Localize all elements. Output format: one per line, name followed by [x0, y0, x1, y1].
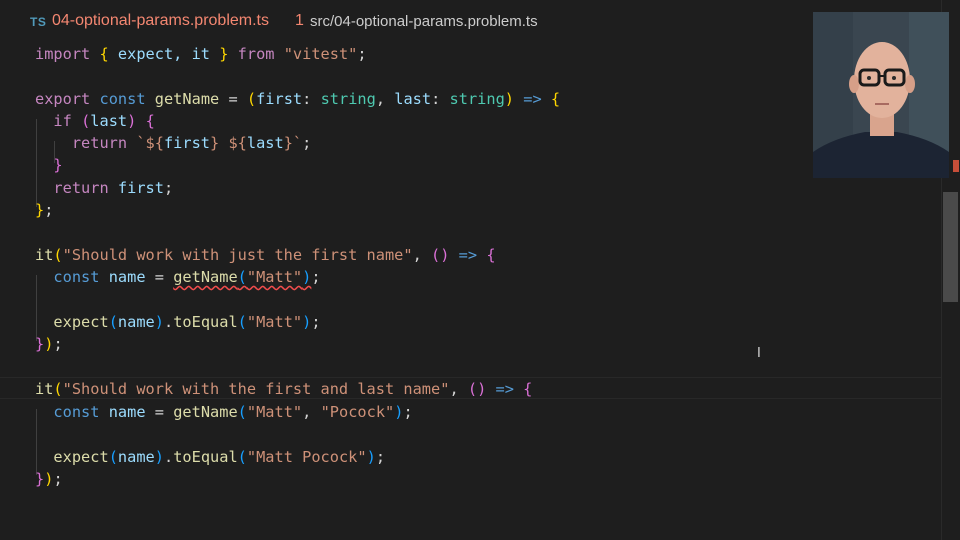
code-line: return `${first} ${last}`;: [71, 134, 312, 152]
typescript-file-icon: TS: [30, 15, 47, 29]
text-cursor-icon: I: [757, 346, 761, 361]
code-line: const name = getName("Matt");: [53, 268, 321, 286]
code-line: });: [35, 335, 63, 353]
problem-count-badge: 1: [295, 12, 304, 29]
presenter-portrait-icon: [813, 12, 949, 178]
code-line: const name = getName("Matt", "Pocock");: [53, 403, 413, 421]
code-line: export const getName = (first: string, l…: [35, 90, 561, 108]
code-line: it("Should work with just the first name…: [35, 246, 496, 264]
code-line: }: [53, 156, 63, 174]
type-error-squiggle[interactable]: getName("Matt"): [173, 268, 311, 286]
code-line: it("Should work with the first and last …: [35, 380, 533, 398]
scrollbar-thumb[interactable]: [943, 192, 958, 302]
tab-filename[interactable]: 04-optional-params.problem.ts: [52, 12, 269, 30]
code-line: };: [35, 201, 54, 219]
code-editor[interactable]: import { expect, it } from "vitest"; exp…: [0, 42, 958, 540]
code-line: expect(name).toEqual("Matt Pocock");: [53, 448, 386, 466]
presenter-webcam: [813, 12, 949, 178]
code-line: expect(name).toEqual("Matt");: [53, 313, 321, 331]
code-line: });: [35, 470, 63, 488]
code-line: return first;: [53, 179, 174, 197]
code-line: import { expect, it } from "vitest";: [35, 45, 367, 63]
breadcrumb-path[interactable]: src/04-optional-params.problem.ts: [310, 13, 538, 30]
error-overview-marker: [953, 160, 959, 172]
code-line: if (last) {: [53, 112, 155, 130]
